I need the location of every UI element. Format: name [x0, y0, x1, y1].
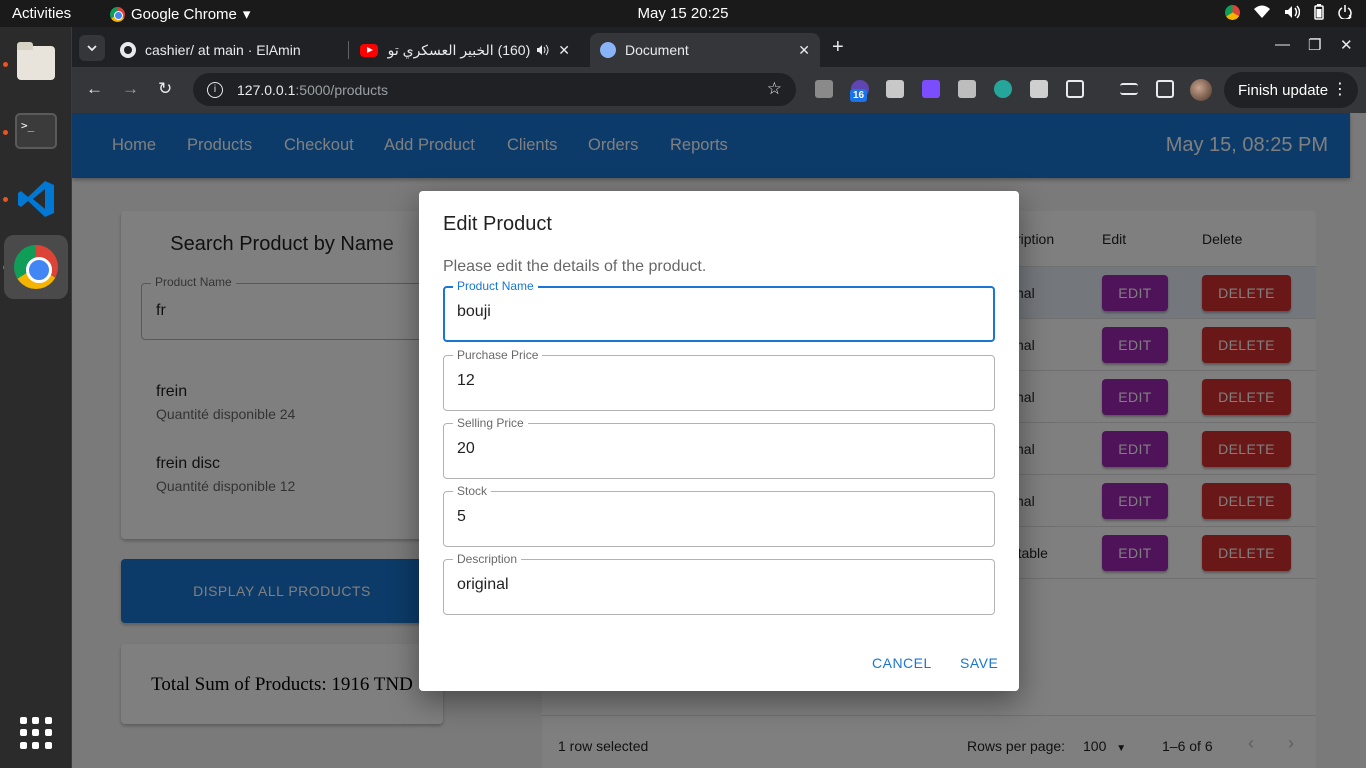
edit-product-dialog: Edit Product Please edit the details of … [419, 191, 1019, 691]
eyedropper-icon[interactable] [1030, 80, 1048, 98]
field-label: Selling Price [453, 416, 528, 430]
cancel-button[interactable]: CANCEL [872, 655, 932, 671]
chrome-icon [1225, 4, 1240, 20]
close-tab-icon[interactable]: ✕ [558, 42, 570, 59]
browser-window: cashier/ at main · ElAmin (160) الخبير ا… [72, 27, 1366, 768]
globe-icon [600, 42, 616, 58]
tab-separator [348, 41, 349, 59]
extension-badge: 16 [850, 89, 868, 102]
extensions-puzzle-icon[interactable] [1066, 80, 1084, 98]
github-icon [120, 42, 136, 58]
files-icon [17, 42, 55, 80]
battery-icon [1314, 4, 1324, 20]
extension-icon[interactable] [958, 80, 976, 98]
purchase-price-input[interactable] [457, 372, 977, 390]
url-path: :5000/products [295, 81, 389, 98]
selling-price-field[interactable]: Selling Price [443, 416, 995, 479]
chrome-icon [14, 245, 58, 289]
close-window-icon[interactable]: ✕ [1340, 36, 1353, 54]
extension-icon[interactable] [994, 80, 1012, 98]
chrome-icon [110, 6, 125, 22]
extension-icon[interactable] [886, 80, 904, 98]
extension-icon[interactable] [922, 80, 940, 98]
close-tab-icon[interactable]: ✕ [798, 42, 810, 59]
tab-github[interactable]: cashier/ at main · ElAmin [110, 33, 346, 67]
extension-icon[interactable] [815, 80, 833, 98]
dock-files[interactable] [4, 31, 68, 95]
tab-strip: cashier/ at main · ElAmin (160) الخبير ا… [72, 27, 1366, 67]
description-input[interactable] [457, 576, 977, 594]
activities-button[interactable]: Activities [12, 5, 71, 22]
wifi-icon [1254, 5, 1270, 18]
finish-update-button[interactable]: Finish update ⋮ [1224, 72, 1358, 108]
more-vert-icon[interactable]: ⋮ [1332, 79, 1348, 99]
dialog-description: Please edit the details of the product. [443, 258, 707, 275]
system-tray[interactable] [1225, 4, 1352, 20]
field-label: Purchase Price [453, 348, 543, 362]
tab-title: (160) الخبير العسكري تو [387, 41, 531, 58]
tab-document[interactable]: Document ✕ [590, 33, 820, 67]
vscode-icon [18, 181, 54, 217]
maximize-icon[interactable]: ❐ [1308, 36, 1321, 54]
avatar[interactable] [1190, 79, 1212, 101]
field-label: Description [453, 552, 522, 566]
chevron-down-icon: ▾ [242, 6, 251, 23]
address-bar[interactable]: i 127.0.0.1:5000/products ☆ [193, 73, 796, 106]
youtube-icon [360, 43, 378, 57]
app-menu-label: Google Chrome [131, 5, 237, 23]
new-tab-icon[interactable]: + [832, 36, 844, 59]
tab-title: cashier/ at main · ElAmin [145, 42, 301, 58]
description-field[interactable]: Description [443, 552, 995, 615]
field-label: Stock [453, 484, 492, 498]
dock: >_ [0, 27, 72, 768]
page-viewport: Home Products Checkout Add Product Clien… [72, 113, 1366, 768]
field-label: Product Name [453, 279, 538, 293]
volume-icon [1285, 5, 1300, 19]
url-host: 127.0.0.1 [237, 81, 296, 98]
dock-vscode[interactable] [4, 167, 68, 231]
side-panel-icon[interactable] [1156, 80, 1174, 98]
dock-terminal[interactable]: >_ [4, 99, 68, 163]
dock-chrome[interactable] [4, 235, 68, 299]
product-name-input[interactable] [457, 303, 977, 321]
power-icon [1338, 5, 1352, 19]
stock-field[interactable]: Stock [443, 484, 995, 547]
back-icon[interactable]: ← [86, 79, 103, 99]
bookmark-star-icon[interactable]: ☆ [767, 79, 782, 99]
reload-icon[interactable]: ↻ [158, 79, 172, 99]
audio-playing-icon [537, 44, 549, 56]
minimize-icon[interactable]: — [1275, 36, 1290, 53]
save-button[interactable]: SAVE [960, 655, 998, 671]
app-menu[interactable]: Google Chrome ▾ [110, 5, 250, 23]
info-icon[interactable]: i [207, 81, 223, 98]
chevron-down-icon [87, 45, 97, 51]
terminal-icon: >_ [15, 113, 57, 149]
finish-update-label: Finish update [1238, 81, 1329, 99]
selling-price-input[interactable] [457, 440, 977, 458]
purchase-price-field[interactable]: Purchase Price [443, 348, 995, 411]
tab-youtube[interactable]: (160) الخبير العسكري تو ✕ [350, 33, 580, 67]
tab-search-button[interactable] [79, 35, 105, 61]
tab-title: Document [625, 42, 689, 58]
show-apps-icon[interactable] [20, 717, 52, 749]
browser-toolbar: ← → ↻ i 127.0.0.1:5000/products ☆ 16 Fin… [72, 67, 1366, 113]
product-name-field[interactable]: Product Name [443, 279, 995, 342]
system-top-bar: Activities Google Chrome ▾ May 15 20:25 [0, 0, 1366, 27]
stock-input[interactable] [457, 508, 977, 526]
forward-icon[interactable]: → [122, 79, 139, 99]
media-controls-icon[interactable] [1120, 83, 1138, 95]
dialog-title: Edit Product [443, 213, 552, 235]
